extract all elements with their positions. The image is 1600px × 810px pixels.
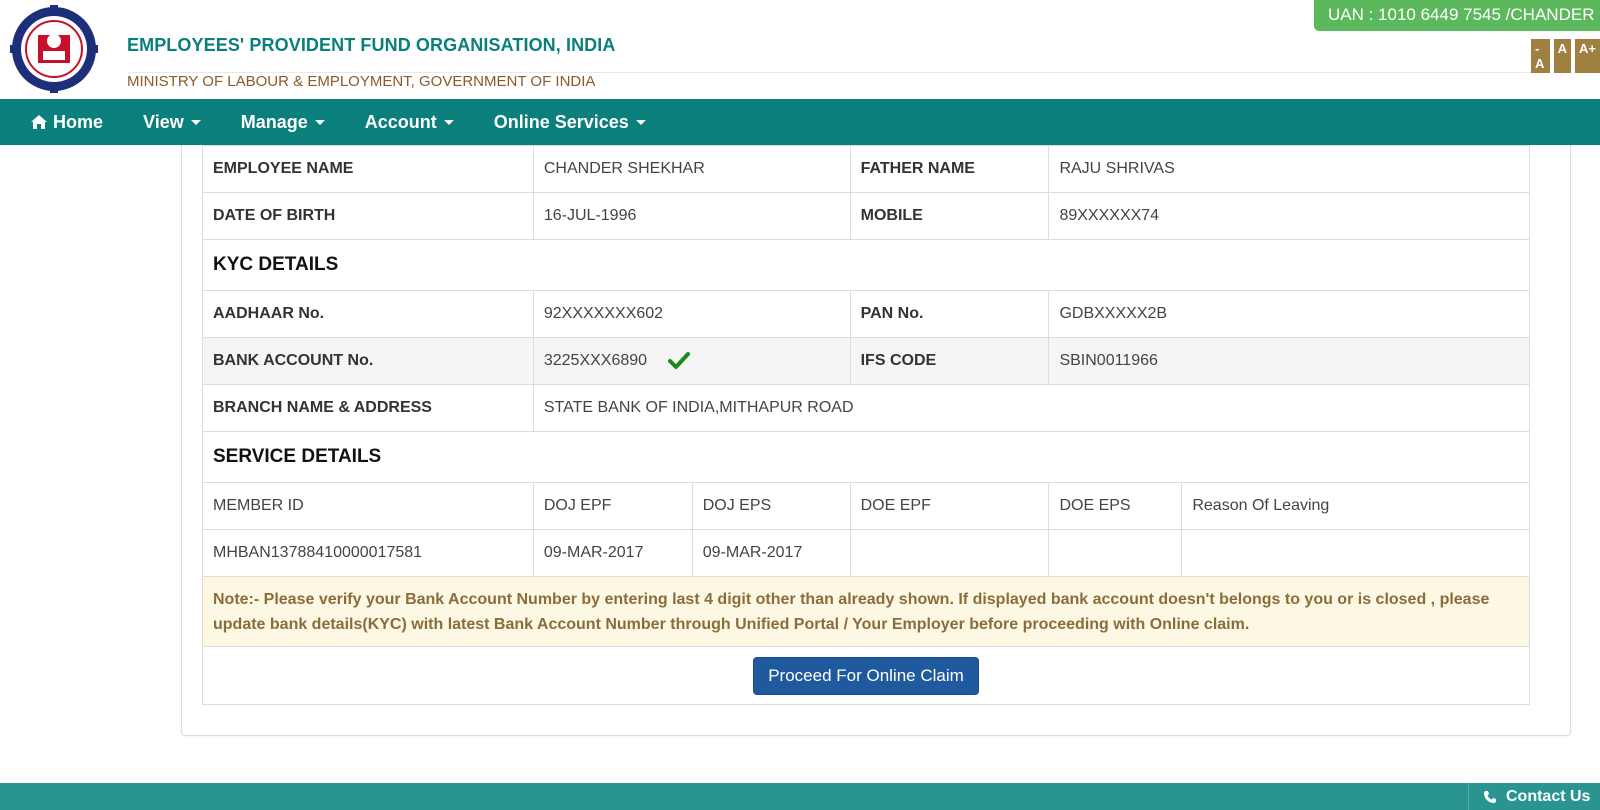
bank-verification-note: Note:- Please verify your Bank Account N… [202, 576, 1530, 647]
site-header: EMPLOYEES' PROVIDENT FUND ORGANISATION, … [0, 0, 1600, 99]
main-nav: Home View Manage Account Online Services [0, 99, 1600, 145]
action-cell: Proceed For Online Claim [202, 646, 1530, 705]
nav-view[interactable]: View [143, 112, 201, 133]
mobile-label: MOBILE [849, 192, 1050, 240]
column-header: DOE EPS [1048, 482, 1183, 530]
site-footer: Contact Us [0, 783, 1600, 810]
contact-us-link[interactable]: Contact Us [1468, 783, 1600, 810]
column-header: Reason Of Leaving [1181, 482, 1530, 530]
nav-view-label: View [143, 111, 184, 132]
nav-manage[interactable]: Manage [241, 112, 325, 133]
uan-badge: UAN : 1010 6449 7545 /CHANDER S [1314, 0, 1600, 31]
branch-label: BRANCH NAME & ADDRESS [202, 384, 534, 432]
ifsc-label: IFS CODE [849, 337, 1050, 385]
service-header-row: MEMBER ID DOJ EPF DOJ EPS DOE EPF DOE EP… [202, 482, 1530, 530]
branch-value: STATE BANK OF INDIA,MITHAPUR ROAD [532, 384, 1531, 432]
check-icon [667, 351, 690, 369]
column-header: DOJ EPS [691, 482, 851, 530]
phone-icon [1484, 790, 1496, 803]
nav-home-label: Home [53, 111, 104, 132]
table-row: SERVICE DETAILS [202, 431, 1530, 483]
note-row: Note:- Please verify your Bank Account N… [202, 576, 1530, 647]
doj-eps-cell: 09-MAR-2017 [691, 529, 851, 577]
caret-down-icon [314, 119, 325, 125]
epfo-logo [10, 5, 98, 93]
doe-epf-cell [849, 529, 1050, 577]
member-id-cell: MHBAN13788410000017581 [202, 529, 534, 577]
table-row: AADHAAR No. 92XXXXXXX602 PAN No. GDBXXXX… [202, 290, 1530, 338]
column-header: DOJ EPF [532, 482, 693, 530]
doj-epf-cell: 09-MAR-2017 [532, 529, 693, 577]
member-details-table: EMPLOYEE NAME CHANDER SHEKHAR FATHER NAM… [202, 145, 1531, 705]
nav-account-label: Account [364, 111, 437, 132]
nav-account[interactable]: Account [365, 112, 454, 133]
font-decrease-button[interactable]: -A [1531, 39, 1550, 73]
home-icon [31, 115, 47, 129]
nav-online-services-label: Online Services [493, 111, 629, 132]
father-name-label: FATHER NAME [849, 145, 1050, 193]
dob-label: DATE OF BIRTH [202, 192, 534, 240]
column-header: MEMBER ID [202, 482, 534, 530]
reason-of-leaving-cell [1181, 529, 1530, 577]
ministry-subtitle: MINISTRY OF LABOUR & EMPLOYMENT, GOVERNM… [127, 73, 596, 90]
column-header: DOE EPF [849, 482, 1050, 530]
dob-value: 16-JUL-1996 [532, 192, 851, 240]
aadhaar-value: 92XXXXXXX602 [532, 290, 851, 338]
action-row: Proceed For Online Claim [202, 646, 1530, 705]
nav-manage-label: Manage [240, 111, 308, 132]
contact-us-label: Contact Us [1506, 787, 1591, 805]
pan-value: GDBXXXXX2B [1048, 290, 1530, 338]
table-row: KYC DETAILS [202, 239, 1530, 291]
proceed-online-claim-button[interactable]: Proceed For Online Claim [753, 656, 979, 695]
table-row: MHBAN13788410000017581 09-MAR-2017 09-MA… [202, 529, 1530, 577]
table-row: DATE OF BIRTH 16-JUL-1996 MOBILE 89XXXXX… [202, 192, 1530, 240]
caret-down-icon [635, 119, 646, 125]
kyc-heading: KYC DETAILS [202, 239, 1530, 291]
nav-online-services[interactable]: Online Services [494, 112, 646, 133]
bank-account-label: BANK ACCOUNT No. [202, 337, 534, 385]
font-normal-button[interactable]: A [1553, 39, 1572, 73]
ifsc-value: SBIN0011966 [1048, 337, 1530, 385]
mobile-value: 89XXXXXX74 [1048, 192, 1530, 240]
aadhaar-label: AADHAAR No. [202, 290, 534, 338]
font-increase-button[interactable]: A+ [1575, 39, 1600, 73]
org-title: EMPLOYEES' PROVIDENT FUND ORGANISATION, … [127, 35, 616, 55]
caret-down-icon [443, 119, 454, 125]
service-heading: SERVICE DETAILS [202, 431, 1530, 483]
employee-name-value: CHANDER SHEKHAR [532, 145, 851, 193]
bank-account-value: 3225XXX6890 [543, 352, 648, 370]
pan-label: PAN No. [849, 290, 1050, 338]
father-name-value: RAJU SHRIVAS [1048, 145, 1530, 193]
nav-home[interactable]: Home [30, 112, 103, 133]
font-size-controls: -A A A+ [1531, 39, 1600, 73]
doe-eps-cell [1048, 529, 1183, 577]
table-row: BRANCH NAME & ADDRESS STATE BANK OF INDI… [202, 384, 1531, 432]
bank-account-cell: 3225XXX6890 [532, 337, 851, 385]
caret-down-icon [190, 119, 201, 125]
employee-name-label: EMPLOYEE NAME [202, 145, 534, 193]
table-row: BANK ACCOUNT No. 3225XXX6890 IFS CODE SB… [202, 337, 1530, 385]
table-row: EMPLOYEE NAME CHANDER SHEKHAR FATHER NAM… [202, 145, 1530, 193]
